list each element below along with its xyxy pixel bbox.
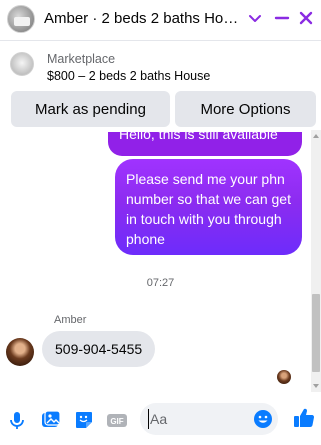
scroll-down-icon[interactable] bbox=[313, 383, 319, 389]
gif-icon[interactable]: GIF bbox=[106, 409, 128, 431]
svg-text:GIF: GIF bbox=[110, 417, 123, 426]
microphone-icon[interactable] bbox=[6, 409, 28, 431]
outgoing-message-partial-text: Hello, this is still available bbox=[119, 132, 278, 142]
chat-title[interactable]: Amber · 2 beds 2 baths House bbox=[44, 10, 242, 27]
message-timestamp: 07:27 bbox=[146, 277, 175, 289]
listing-avatar[interactable] bbox=[7, 5, 35, 33]
minimize-icon[interactable] bbox=[273, 9, 291, 27]
header-divider bbox=[0, 40, 321, 41]
mark-as-pending-button[interactable]: Mark as pending bbox=[11, 91, 170, 127]
message-input-placeholder: Aa bbox=[150, 411, 168, 427]
scrollbar-thumb[interactable] bbox=[312, 294, 320, 372]
outgoing-message: Please send me your phn number so that w… bbox=[115, 159, 302, 255]
chat-header: Amber · 2 beds 2 baths House bbox=[0, 0, 321, 38]
scroll-up-icon[interactable] bbox=[313, 133, 319, 139]
outgoing-message-partial: Hello, this is still available bbox=[108, 132, 302, 156]
message-input[interactable]: Aa bbox=[140, 403, 278, 435]
message-composer: GIF Aa bbox=[0, 398, 321, 445]
more-options-button[interactable]: More Options bbox=[175, 91, 316, 127]
incoming-message: 509-904-5455 bbox=[42, 331, 156, 367]
seen-avatar-icon bbox=[277, 370, 291, 384]
text-caret bbox=[148, 409, 149, 429]
marketplace-listing[interactable]: Marketplace $800 – 2 beds 2 baths House bbox=[0, 48, 321, 84]
close-icon[interactable] bbox=[297, 9, 315, 27]
sender-name: Amber bbox=[54, 314, 87, 326]
thumbs-up-icon[interactable] bbox=[292, 406, 316, 430]
listing-description: $800 – 2 beds 2 baths House bbox=[47, 69, 211, 83]
emoji-icon[interactable] bbox=[253, 409, 273, 429]
sender-avatar[interactable] bbox=[6, 338, 34, 366]
chevron-down-icon[interactable] bbox=[247, 10, 263, 26]
image-icon[interactable] bbox=[40, 409, 62, 431]
listing-thumbnail bbox=[10, 52, 34, 76]
sticker-icon[interactable] bbox=[73, 409, 95, 431]
listing-kind: Marketplace bbox=[47, 52, 116, 66]
